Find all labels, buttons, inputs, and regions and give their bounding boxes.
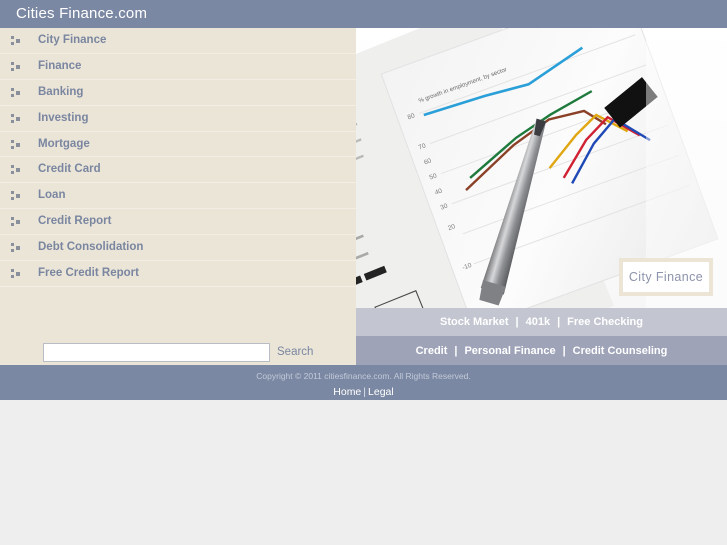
search-button[interactable]: Search [277, 346, 313, 358]
footer-link-home[interactable]: Home [333, 386, 361, 398]
bottomlink-personal-finance[interactable]: Personal Finance [464, 345, 555, 357]
sidebar-item-free-credit-report[interactable]: Free Credit Report [0, 261, 356, 287]
sidebar-item-credit-report[interactable]: Credit Report [0, 209, 356, 236]
sidebar-navigation: City Finance Finance Banking Investing Mortg… [0, 28, 356, 365]
sidebar-item-mortgage[interactable]: Mortgage [0, 132, 356, 158]
link-separator: | [562, 344, 566, 357]
bullet-squares-icon [11, 36, 22, 46]
bullet-squares-icon [11, 139, 22, 150]
footer-copyright: Copyright © 2011 citiesfinance.com. All … [256, 371, 471, 381]
hero-badge: City Finance [619, 258, 713, 296]
footer-link-legal[interactable]: Legal [368, 386, 394, 398]
sidebar-item-label: Credit Report [38, 215, 112, 228]
toplink-stock-market[interactable]: Stock Market [440, 316, 508, 328]
links-bar-bottom: Credit | Personal Finance | Credit Counselin… [356, 336, 727, 365]
sidebar-item-label: City Finance [38, 34, 107, 46]
bullet-squares-icon [11, 113, 22, 124]
sidebar-item-banking[interactable]: Banking [0, 80, 356, 106]
footer-links: Home | Legal [0, 382, 727, 399]
hero-image: NORK [356, 28, 727, 308]
content-area: NORK [356, 28, 727, 365]
main-wrapper: City Finance Finance Banking Investing Mortg… [0, 28, 727, 365]
bullet-squares-icon [11, 87, 22, 98]
site-footer: Copyright © 2011 citiesfinance.com. All … [0, 365, 727, 400]
bullet-squares-icon [11, 269, 22, 279]
page-root: Cities Finance.com City Finance Finance Ba… [0, 0, 727, 545]
search-input[interactable] [43, 343, 270, 362]
toplink-free-checking[interactable]: Free Checking [567, 316, 643, 328]
link-separator: | [454, 344, 458, 357]
sidebar-item-investing[interactable]: Investing [0, 106, 356, 132]
site-title: Cities Finance.com [16, 5, 148, 22]
sidebar-item-label: Free Credit Report [38, 267, 139, 280]
bullet-squares-icon [11, 165, 22, 175]
site-header: Cities Finance.com [0, 0, 727, 28]
bottomlink-credit[interactable]: Credit [416, 345, 448, 357]
links-bar-top: Stock Market | 401k | Free Checking [356, 308, 727, 336]
link-separator: | [515, 316, 519, 328]
hero-badge-label: City Finance [628, 270, 704, 284]
sidebar-item-label: Credit Card [38, 163, 101, 176]
sidebar-item-label: Finance [38, 59, 82, 72]
sidebar-item-label: Mortgage [38, 137, 90, 150]
bullet-squares-icon [11, 217, 22, 227]
footer-link-separator: | [363, 386, 367, 398]
bullet-squares-icon [11, 243, 22, 253]
sidebar-item-label: Investing [38, 111, 89, 124]
sidebar-item-label: Banking [38, 85, 84, 98]
bullet-squares-icon [11, 61, 22, 72]
sidebar-item-debt-consolidation[interactable]: Debt Consolidation [0, 235, 356, 262]
toplink-401k[interactable]: 401k [526, 316, 550, 328]
sidebar-item-label: Loan [38, 189, 66, 202]
sidebar-item-finance[interactable]: Finance [0, 54, 356, 80]
sidebar-item-city-finance[interactable]: City Finance [0, 28, 356, 54]
sidebar-item-loan[interactable]: Loan [0, 183, 356, 210]
sidebar-nav-list: City Finance Finance Banking Investing Mortg… [0, 28, 356, 287]
bullet-squares-icon [11, 191, 22, 201]
bottomlink-credit-counseling[interactable]: Credit Counseling [573, 345, 668, 357]
search-area: Search [0, 313, 356, 365]
link-separator: | [557, 316, 561, 328]
sidebar-item-credit-card[interactable]: Credit Card [0, 157, 356, 184]
sidebar-item-label: Debt Consolidation [38, 241, 144, 254]
